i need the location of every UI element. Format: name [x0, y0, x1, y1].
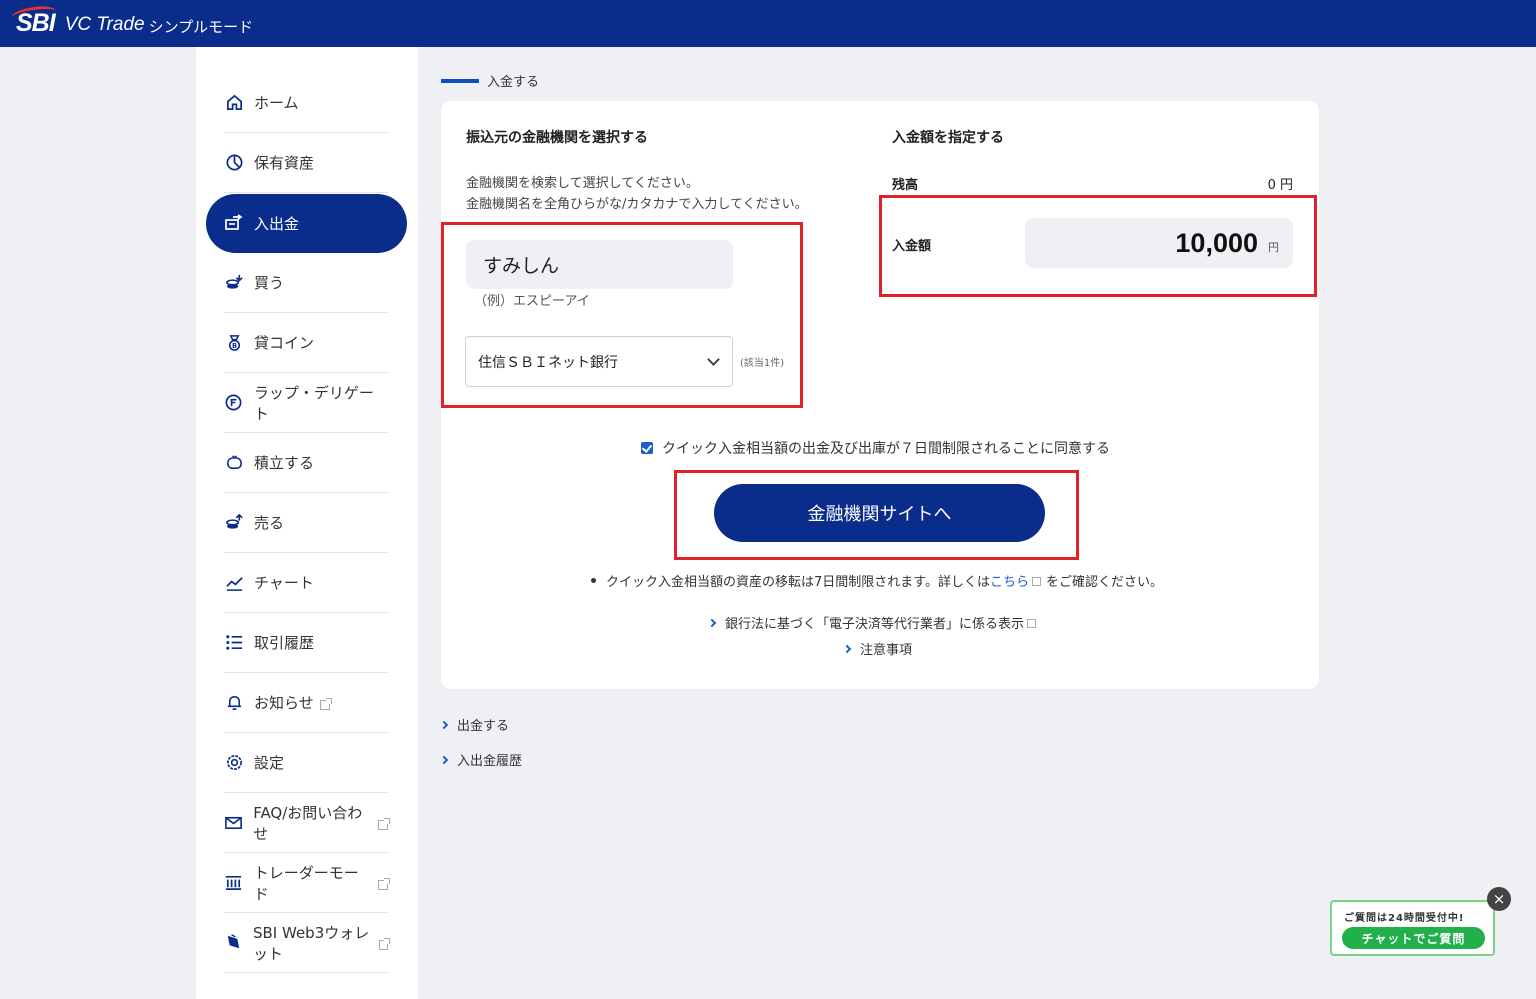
sidebar-item-label: トレーダーモード [253, 863, 359, 903]
heading-accent-bar [441, 78, 479, 83]
buy-coins-icon [224, 273, 244, 293]
home-icon [224, 93, 244, 113]
history-label: 入出金履歴 [457, 754, 523, 769]
bank-select-title: 振込元の金融機関を選択する [466, 130, 648, 146]
sell-coins-icon [224, 513, 244, 533]
details-link[interactable]: こちら [990, 571, 1029, 590]
piggy-bank-icon [224, 453, 244, 473]
banking-law-link[interactable]: 銀行法に基づく「電子決済等代行業者」に係る表示 [707, 613, 1041, 632]
wallet-icon [224, 933, 243, 953]
gear-icon [224, 753, 244, 773]
lend-coin-icon: B [224, 333, 244, 353]
sidebar-item-history[interactable]: 取引履歴 [224, 613, 388, 673]
wrap-icon [224, 393, 244, 413]
mode-label: シンプルモード [148, 18, 254, 36]
highlight-frame-button [674, 470, 1079, 560]
sidebar: ホーム 保有資産 入出金 買う B 貸コイン ラップ・デリゲート 積立する 売る… [196, 47, 418, 999]
restriction-note: クイック入金相当額の資産の移転は7日間制限されます。詳しくは こちら をご確認く… [591, 571, 1163, 590]
sidebar-item-label: チャート [254, 574, 314, 592]
sidebar-item-deposit-withdraw[interactable]: 入出金 [206, 194, 407, 253]
pie-chart-icon [224, 153, 244, 173]
sidebar-item-label: FAQ/お問い合わせ [253, 803, 363, 843]
sidebar-item-label: 売る [254, 514, 285, 532]
list-icon [224, 633, 244, 653]
deposit-card: 振込元の金融機関を選択する 金融機関を検索して選択してください。 金融機関名を全… [441, 101, 1319, 689]
bank-icon [224, 873, 244, 893]
sidebar-item-label: ホーム [254, 94, 299, 112]
balance-value: 0 円 [1267, 178, 1293, 193]
help-line-1: 金融機関を検索して選択してください。 [466, 176, 699, 191]
external-link-icon [379, 937, 390, 950]
sidebar-item-label: お知らせ [254, 694, 314, 712]
history-link[interactable]: 入出金履歴 [439, 750, 523, 769]
balance-label: 残高 [892, 178, 919, 193]
sidebar-item-label: 積立する [254, 454, 315, 472]
sidebar-item-lend-coin[interactable]: B 貸コイン [224, 313, 388, 373]
sidebar-item-label: SBI Web3ウォレット [253, 923, 370, 963]
sidebar-item-buy[interactable]: 買う [224, 253, 388, 313]
bank-select-help: 金融機関を検索して選択してください。 金融機関名を全角ひらがな/カタカナで入力し… [466, 173, 808, 215]
sidebar-item-label: ラップ・デリゲート [253, 383, 374, 423]
external-link-icon [1032, 577, 1041, 586]
mail-icon [224, 813, 243, 833]
notice-link[interactable]: 注意事項 [842, 639, 913, 658]
sidebar-item-news[interactable]: お知らせ [224, 673, 388, 733]
bullet [591, 578, 596, 583]
sidebar-item-sell[interactable]: 売る [224, 493, 388, 553]
sidebar-item-label: 買う [254, 274, 285, 292]
note-text-after: をご確認ください。 [1046, 575, 1164, 590]
sidebar-item-label: 入出金 [254, 215, 300, 233]
page-title: 入金する [487, 75, 540, 90]
transfer-icon [224, 213, 244, 234]
agreement-text: クイック入金相当額の出金及び出庫が７日間制限されることに同意する [662, 441, 1110, 457]
amount-title: 入金額を指定する [892, 130, 1004, 146]
chat-title: ご質問は24時間受付中! [1344, 913, 1465, 924]
page-heading: 入金する [441, 71, 539, 90]
sidebar-item-web3-wallet[interactable]: SBI Web3ウォレット [224, 913, 390, 973]
sidebar-item-wrap-delegate[interactable]: ラップ・デリゲート [224, 373, 388, 433]
sidebar-item-label: 取引履歴 [254, 634, 315, 652]
withdraw-link[interactable]: 出金する [439, 715, 510, 734]
notice-label: 注意事項 [860, 643, 913, 658]
chat-button[interactable]: チャットでご質問 [1342, 927, 1485, 949]
sidebar-item-accumulate[interactable]: 積立する [224, 433, 388, 493]
sidebar-item-label: 設定 [254, 754, 285, 772]
app-name: VC Trade [64, 14, 145, 35]
chevron-right-icon [439, 755, 449, 764]
chevron-right-icon [707, 618, 717, 627]
agreement-checkbox[interactable] [641, 442, 653, 454]
chevron-right-icon [842, 644, 852, 653]
highlight-frame-bank [441, 222, 803, 408]
help-line-2: 金融機関名を全角ひらがな/カタカナで入力してください。 [466, 197, 808, 212]
agreement-row[interactable]: クイック入金相当額の出金及び出庫が７日間制限されることに同意する [641, 438, 1110, 458]
sidebar-item-label: 貸コイン [254, 334, 315, 352]
external-link-icon [378, 877, 390, 890]
sidebar-item-label: 保有資産 [254, 154, 315, 172]
highlight-frame-amount [879, 195, 1317, 297]
external-link-icon [1027, 619, 1037, 628]
external-link-icon [319, 697, 332, 710]
top-header: SBI VC Trade シンプルモード [0, 0, 1536, 47]
chart-line-icon [224, 573, 244, 593]
close-icon[interactable]: × [1487, 887, 1511, 911]
sidebar-item-trader-mode[interactable]: トレーダーモード [224, 853, 390, 913]
bell-icon [224, 693, 244, 713]
banking-law-label: 銀行法に基づく「電子決済等代行業者」に係る表示 [725, 617, 1025, 632]
svg-text:B: B [231, 342, 236, 350]
app-logo[interactable]: SBI VC Trade シンプルモード [11, 4, 254, 38]
sidebar-item-faq[interactable]: FAQ/お問い合わせ [224, 793, 390, 853]
chat-widget: ご質問は24時間受付中! チャットでご質問 [1330, 900, 1495, 956]
sidebar-item-home[interactable]: ホーム [224, 73, 388, 133]
chevron-right-icon [439, 720, 449, 729]
external-link-icon [378, 817, 390, 830]
note-text: クイック入金相当額の資産の移転は7日間制限されます。詳しくは [606, 575, 990, 590]
withdraw-label: 出金する [457, 719, 510, 734]
sbi-logo: SBI [11, 4, 57, 38]
sidebar-item-chart[interactable]: チャート [224, 553, 388, 613]
sidebar-item-assets[interactable]: 保有資産 [224, 133, 388, 193]
sidebar-item-settings[interactable]: 設定 [224, 733, 388, 793]
